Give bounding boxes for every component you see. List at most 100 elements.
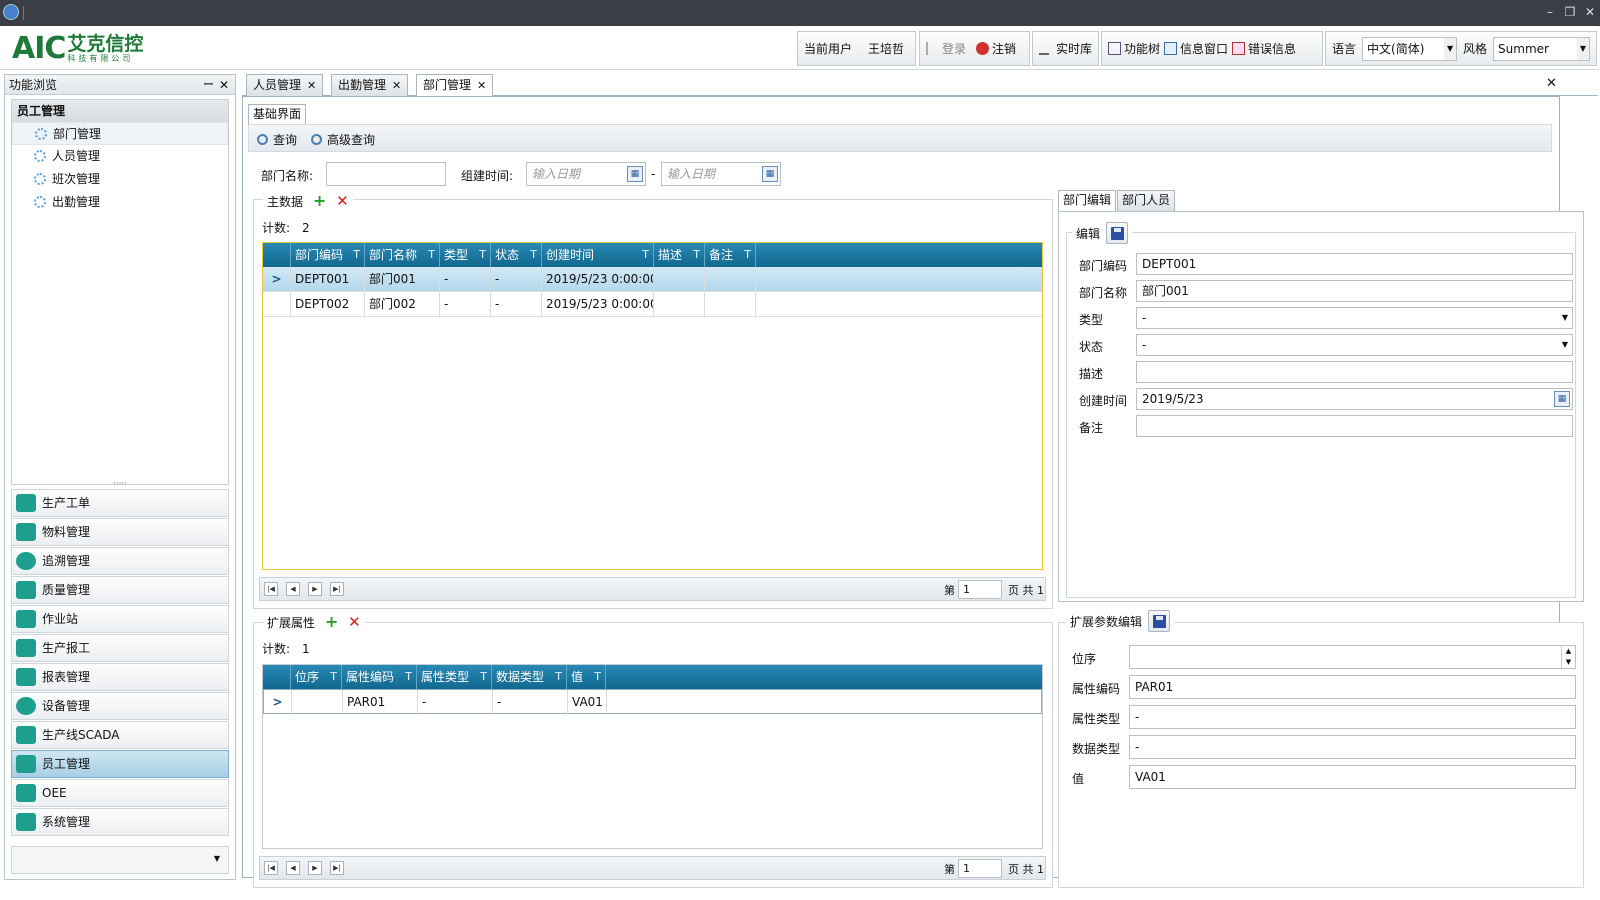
col-desc[interactable]: 描述 T [654, 243, 705, 267]
col-order[interactable]: 位序 T [291, 665, 342, 689]
desc-field[interactable] [1136, 361, 1573, 383]
calendar-icon[interactable]: ▦ [762, 166, 778, 182]
tree-item-attendance[interactable]: 出勤管理 [12, 191, 228, 214]
filter-icon[interactable]: T [642, 243, 649, 267]
error-info-button[interactable]: 错误信息 [1232, 40, 1296, 57]
module-quality[interactable]: 质量管理 [11, 576, 229, 604]
last-page-button[interactable]: ▶| [330, 861, 344, 875]
filter-icon[interactable]: T [594, 665, 601, 689]
cell[interactable]: - [418, 690, 493, 714]
col-value[interactable]: 值T [567, 665, 606, 689]
module-production-order[interactable]: 生产工单 [11, 489, 229, 517]
table-row[interactable]: > DEPT001 部门001 - - 2019/5/23 0:00:00 [263, 267, 1042, 292]
tab-staff[interactable]: 人员管理 ✕ [246, 74, 324, 96]
tree-root[interactable]: 员工管理 [12, 100, 228, 122]
col-type[interactable]: 类型 T [440, 243, 491, 267]
tab-attendance[interactable]: 出勤管理 ✕ [331, 74, 409, 96]
prev-page-button[interactable]: ◀ [286, 582, 300, 596]
status-select[interactable]: - ▼ [1136, 334, 1573, 356]
panel-splitter[interactable]: ····· [11, 480, 229, 489]
info-window-button[interactable]: 信息窗口 [1164, 40, 1228, 57]
cell[interactable]: - [440, 292, 491, 316]
close-icon[interactable]: ✕ [219, 75, 229, 95]
inner-tab-basic[interactable]: 基础界面 [248, 104, 306, 124]
cell[interactable]: 部门001 [365, 267, 440, 291]
col-created[interactable]: 创建时间 T [542, 243, 654, 267]
cell[interactable]: DEPT002 [291, 292, 365, 316]
cell[interactable]: - [440, 267, 491, 291]
function-tree-button[interactable]: 功能树 [1108, 40, 1160, 57]
cell[interactable] [654, 292, 705, 316]
pin-icon[interactable]: ꟷ [204, 75, 213, 95]
delete-icon[interactable]: ✕ [348, 613, 361, 631]
filter-icon[interactable]: T [693, 243, 700, 267]
next-page-button[interactable]: ▶ [308, 861, 322, 875]
advanced-query-button[interactable]: 高级查询 [311, 131, 375, 148]
filter-icon[interactable]: T [405, 665, 412, 689]
cell[interactable]: 2019/5/23 0:00:00 [542, 292, 654, 316]
realtime-db-button[interactable]: 实时库 [1032, 31, 1099, 66]
attr-type-field[interactable]: - [1129, 705, 1576, 729]
filter-icon[interactable]: T [530, 243, 537, 267]
logout-button[interactable]: 注销 [976, 40, 1016, 57]
remark-field[interactable] [1136, 415, 1573, 437]
table-row[interactable]: DEPT002 部门002 - - 2019/5/23 0:00:00 [263, 292, 1042, 317]
col-dept-name[interactable]: 部门名称 T [365, 243, 440, 267]
first-page-button[interactable]: |◀ [264, 582, 278, 596]
col-status[interactable]: 状态 T [491, 243, 542, 267]
type-select[interactable]: - ▼ [1136, 307, 1573, 329]
tree-item-shift[interactable]: 班次管理 [12, 168, 228, 191]
cell[interactable] [654, 267, 705, 291]
dept-name-field[interactable]: 部门001 [1136, 280, 1573, 302]
spin-down-icon[interactable]: ▼ [1561, 657, 1575, 668]
calendar-icon[interactable]: ▦ [627, 166, 643, 182]
query-button[interactable]: 查询 [257, 131, 297, 148]
module-oee[interactable]: OEE [11, 779, 229, 807]
close-all-tabs-icon[interactable]: ✕ [1546, 76, 1557, 91]
created-date-field[interactable]: 2019/5/23 ▦ [1136, 388, 1573, 410]
last-page-button[interactable]: ▶| [330, 582, 344, 596]
cell[interactable]: VA01 [568, 690, 607, 714]
tree-item-staff[interactable]: 人员管理 [12, 145, 228, 168]
filter-icon[interactable]: T [555, 665, 562, 689]
first-page-button[interactable]: |◀ [264, 861, 278, 875]
dept-code-field[interactable]: DEPT001 [1136, 253, 1573, 275]
attr-code-field[interactable]: PAR01 [1129, 675, 1576, 699]
module-reports[interactable]: 报表管理 [11, 663, 229, 691]
module-material[interactable]: 物料管理 [11, 518, 229, 546]
module-system[interactable]: 系统管理 [11, 808, 229, 836]
language-select[interactable]: 中文(简体) ▼ [1362, 36, 1458, 61]
tab-dept-members[interactable]: 部门人员 [1117, 190, 1176, 211]
close-window-button[interactable]: ✕ [1582, 4, 1598, 20]
cell[interactable]: 部门002 [365, 292, 440, 316]
module-scada[interactable]: 生产线SCADA [11, 721, 229, 749]
cell[interactable]: 2019/5/23 0:00:00 [542, 267, 654, 291]
cell[interactable]: - [491, 292, 542, 316]
table-row[interactable]: > PAR01 - - VA01 [263, 689, 1042, 714]
login-button[interactable]: 登录 [926, 40, 966, 57]
cell[interactable] [705, 292, 756, 316]
add-icon[interactable]: + [313, 191, 326, 210]
page-input[interactable]: 1 [958, 580, 1002, 599]
tree-item-dept[interactable]: 部门管理 [12, 122, 228, 145]
col-remark[interactable]: 备注 T [705, 243, 756, 267]
filter-icon[interactable]: T [744, 243, 751, 267]
cell[interactable]: PAR01 [343, 690, 418, 714]
restore-button[interactable]: ❐ [1562, 4, 1578, 20]
cell[interactable] [292, 690, 343, 714]
page-input[interactable]: 1 [958, 859, 1002, 878]
next-page-button[interactable]: ▶ [308, 582, 322, 596]
col-data-type[interactable]: 数据类型 T [492, 665, 567, 689]
filter-icon[interactable]: T [479, 243, 486, 267]
cell[interactable]: - [493, 690, 568, 714]
spin-up-icon[interactable]: ▲ [1561, 646, 1575, 657]
tab-dept-edit[interactable]: 部门编辑 [1058, 190, 1117, 211]
module-employee[interactable]: 员工管理 [11, 750, 229, 778]
data-type-field[interactable]: - [1129, 735, 1576, 759]
save-button[interactable] [1106, 222, 1129, 244]
col-attr-code[interactable]: 属性编码 T [342, 665, 417, 689]
module-equipment[interactable]: 设备管理 [11, 692, 229, 720]
module-traceability[interactable]: 追溯管理 [11, 547, 229, 575]
module-workstation[interactable]: 作业站 [11, 605, 229, 633]
col-attr-type[interactable]: 属性类型 T [417, 665, 492, 689]
